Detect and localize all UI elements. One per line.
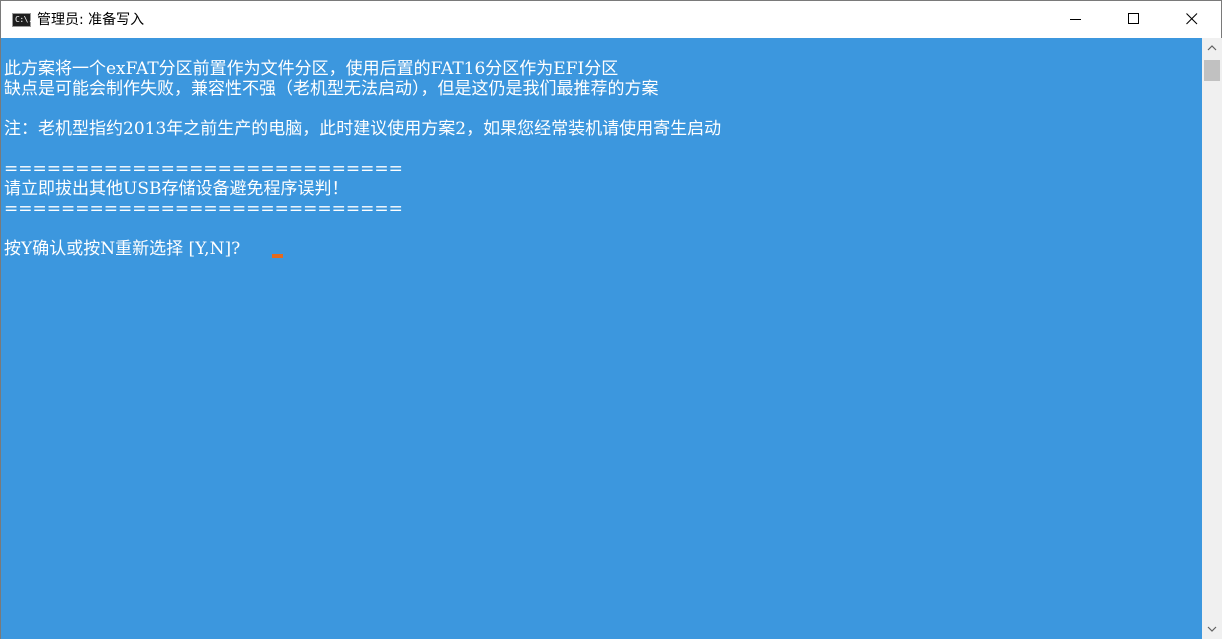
separator-line: ========================================… [4,159,402,179]
maximize-button[interactable] [1105,1,1163,38]
cmd-icon-glyph: C:\. [15,15,33,24]
console-window: C:\. 管理员: 准备写入 此方案将一个exFAT分区前置作为文件分区，使用后… [0,0,1222,639]
minimize-icon [1070,19,1081,20]
title-bar[interactable]: C:\. 管理员: 准备写入 [1,1,1221,38]
close-button[interactable] [1163,1,1221,38]
console-line: 注：老机型指约2013年之前生产的电脑，此时建议使用方案2，如果您经常装机请使用… [4,119,722,139]
separator-line: ========================================… [4,199,402,219]
text-cursor [272,254,283,258]
maximize-icon [1128,13,1139,24]
cmd-console-icon[interactable]: C:\. [12,13,33,27]
minimize-button[interactable] [1047,1,1105,38]
chevron-up-icon [1207,45,1217,51]
vertical-scrollbar[interactable] [1202,38,1222,639]
window-title: 管理员: 准备写入 [37,12,145,28]
scroll-down-button[interactable] [1202,619,1222,639]
warning-line: 请立即拔出其他USB存储设备避免程序误判！ [4,179,349,199]
prompt-line: 按Y确认或按N重新选择 [Y,N]? [4,239,241,259]
scroll-up-button[interactable] [1202,38,1222,58]
chevron-down-icon [1207,626,1217,632]
console-line: 缺点是可能会制作失败，兼容性不强（老机型无法启动），但是这仍是我们最推荐的方案 [4,79,659,99]
close-icon [1186,13,1198,25]
scrollbar-thumb[interactable] [1204,60,1220,81]
console-output[interactable]: 此方案将一个exFAT分区前置作为文件分区，使用后置的FAT16分区作为EFI分… [1,38,1202,639]
console-line: 此方案将一个exFAT分区前置作为文件分区，使用后置的FAT16分区作为EFI分… [4,59,619,79]
